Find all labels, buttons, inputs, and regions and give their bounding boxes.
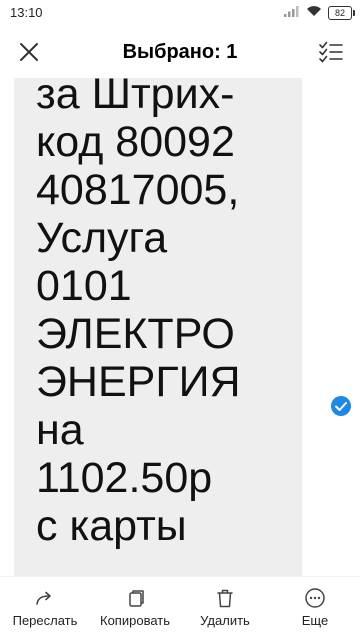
message-text: на за Штрих- код 80092 40817005, Услуга … (36, 78, 241, 550)
status-bar: 13:10 82 (0, 0, 360, 26)
forward-label: Переслать (12, 613, 78, 628)
selected-check-icon[interactable] (330, 395, 352, 417)
forward-icon (36, 591, 51, 605)
more-icon (305, 588, 325, 608)
select-all-icon (319, 41, 343, 63)
signal-icon (284, 4, 300, 22)
delete-label: Удалить (200, 613, 250, 628)
copy-label: Копировать (100, 613, 170, 628)
delete-button[interactable]: Удалить (185, 577, 265, 628)
page-title: Выбрано: 1 (122, 41, 238, 63)
forward-button[interactable]: Переслать (5, 577, 85, 628)
message-list[interactable]: на за Штрих- код 80092 40817005, Услуга … (0, 78, 360, 576)
select-all-button[interactable] (318, 39, 344, 65)
bottom-action-bar: Переслать Копировать Удалить Еще (0, 576, 360, 641)
copy-button[interactable]: Копировать (95, 577, 175, 628)
message-bubble[interactable]: на за Штрих- код 80092 40817005, Услуга … (14, 78, 302, 576)
delete-icon (217, 589, 233, 608)
battery-icon: 82 (328, 6, 355, 20)
status-icons: 82 (284, 4, 355, 22)
more-label: Еще (301, 613, 329, 628)
status-time: 13:10 (10, 5, 43, 20)
copy-icon (129, 590, 144, 607)
selection-header: Выбрано: 1 (0, 26, 360, 78)
wifi-icon (306, 4, 322, 22)
more-button[interactable]: Еще (275, 577, 355, 628)
